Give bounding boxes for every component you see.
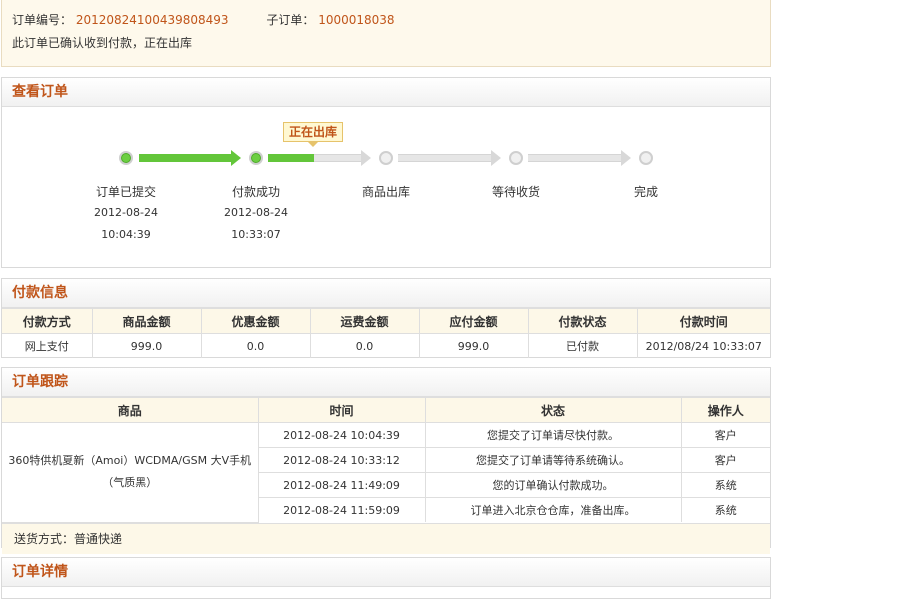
current-step-tip: 正在出库 bbox=[283, 122, 344, 147]
payment-header-goods-amount: 商品金额 bbox=[91, 308, 202, 334]
order-number-row: 订单编号： 20120824100439808493 子订单： 10000180… bbox=[12, 12, 395, 28]
order-status-message: 此订单已确认收到付款，正在出库 bbox=[12, 36, 193, 50]
payment-header-method: 付款方式 bbox=[2, 308, 93, 334]
tracking-time: 2012-08-24 11:49:09 bbox=[258, 472, 426, 498]
progress-connector-3 bbox=[398, 154, 491, 162]
step-label-submitted: 订单已提交 bbox=[95, 185, 156, 199]
progress-arrow-3 bbox=[491, 150, 501, 166]
payment-header-status: 付款状态 bbox=[527, 308, 638, 334]
tracking-header-row: 商品 时间 状态 操作人 bbox=[2, 397, 770, 423]
sub-order-label: 子订单： bbox=[266, 13, 315, 27]
tracking-operator: 客户 bbox=[680, 422, 770, 448]
step-date-paid: 2012-08-24 bbox=[224, 206, 288, 219]
step-label-paid: 付款成功 bbox=[231, 185, 280, 199]
tracking-operator: 系统 bbox=[680, 472, 770, 498]
step-label-awaiting-receipt: 等待收货 bbox=[491, 185, 540, 199]
shipping-method: 送货方式：普通快递 bbox=[2, 522, 770, 554]
progress-arrow-1 bbox=[231, 150, 241, 166]
progress-connector-1 bbox=[139, 154, 231, 162]
step-dot-shipping bbox=[379, 151, 393, 165]
tracking-time: 2012-08-24 10:04:39 bbox=[257, 422, 426, 448]
order-details-title: 订单详情 bbox=[2, 558, 770, 587]
tracking-status: 订单进入北京仓仓库，准备出库。 bbox=[424, 497, 682, 522]
payment-shipping-fee: 0.0 bbox=[309, 333, 420, 358]
tracking-header-status: 状态 bbox=[424, 397, 682, 423]
step-dot-complete bbox=[639, 151, 653, 165]
tracking-status: 您提交了订单请等待系统确认。 bbox=[424, 447, 682, 473]
payment-header-payable: 应付金额 bbox=[418, 308, 529, 334]
tracking-operator: 系统 bbox=[680, 497, 770, 522]
step-label-shipping: 商品出库 bbox=[361, 185, 410, 199]
payment-header-shipping-fee: 运费金额 bbox=[309, 308, 420, 334]
order-number: 20120824100439808493 bbox=[75, 13, 229, 27]
payment-discount: 0.0 bbox=[200, 333, 311, 358]
payment-table: 付款方式 商品金额 优惠金额 运费金额 应付金额 付款状态 付款时间 网上支付 … bbox=[2, 308, 770, 358]
table-row: 360特供机夏新（Amoi）WCDMA/GSM 大V手机（气质黑） 2012-0… bbox=[2, 422, 770, 523]
progress-arrow-2 bbox=[361, 150, 371, 166]
tracking-title: 订单跟踪 bbox=[2, 368, 770, 397]
tracking-product[interactable]: 360特供机夏新（Amoi）WCDMA/GSM 大V手机（气质黑） bbox=[2, 422, 259, 523]
payment-status: 已付款 bbox=[527, 333, 638, 358]
step-time-paid: 10:33:07 bbox=[231, 228, 281, 241]
tracking-header-operator: 操作人 bbox=[680, 397, 770, 423]
progress-connector-2-fill bbox=[268, 154, 314, 162]
payment-header-discount: 优惠金额 bbox=[200, 308, 311, 334]
view-order-panel: 查看订单 正在出库 订单已提交 2012-08-24 10:04:39 付款成功… bbox=[1, 77, 771, 268]
order-summary: 订单编号： 20120824100439808493 子订单： 10000180… bbox=[1, 0, 771, 67]
tracking-header-product: 商品 bbox=[2, 397, 259, 423]
tracking-status: 您提交了订单请尽快付款。 bbox=[424, 422, 682, 448]
tracking-table: 商品 时间 状态 操作人 360特供机夏新（Amoi）WCDMA/GSM 大V手… bbox=[2, 397, 770, 523]
progress-arrow-4 bbox=[621, 150, 631, 166]
step-dot-paid bbox=[249, 151, 263, 165]
tracking-panel: 订单跟踪 商品 时间 状态 操作人 360特供机夏新（Amoi）WCDMA/GS… bbox=[1, 367, 771, 554]
view-order-title: 查看订单 bbox=[2, 78, 770, 107]
step-dot-awaiting-receipt bbox=[509, 151, 523, 165]
payment-header-time: 付款时间 bbox=[636, 308, 770, 334]
payment-row: 网上支付 999.0 0.0 0.0 999.0 已付款 2012/08/24 … bbox=[2, 333, 770, 358]
payment-method: 网上支付 bbox=[2, 333, 93, 358]
payment-title: 付款信息 bbox=[2, 279, 770, 308]
step-dot-submitted bbox=[119, 151, 133, 165]
payment-panel: 付款信息 付款方式 商品金额 优惠金额 运费金额 应付金额 付款状态 付款时间 … bbox=[1, 278, 771, 358]
progress-connector-4 bbox=[528, 154, 621, 162]
payment-payable: 999.0 bbox=[418, 333, 529, 358]
payment-time: 2012/08/24 10:33:07 bbox=[636, 333, 770, 358]
tracking-operator: 客户 bbox=[680, 447, 770, 473]
order-number-label: 订单编号： bbox=[12, 13, 73, 27]
tracking-time: 2012-08-24 11:59:09 bbox=[258, 497, 426, 522]
tracking-time: 2012-08-24 10:33:12 bbox=[258, 447, 426, 473]
order-progress: 正在出库 订单已提交 2012-08-24 10:04:39 付款成功 2012… bbox=[2, 107, 770, 266]
sub-order-number: 1000018038 bbox=[318, 13, 395, 27]
payment-header-row: 付款方式 商品金额 优惠金额 运费金额 应付金额 付款状态 付款时间 bbox=[2, 308, 770, 334]
payment-goods-amount: 999.0 bbox=[91, 333, 202, 358]
tracking-header-time: 时间 bbox=[257, 397, 426, 423]
step-date-submitted: 2012-08-24 bbox=[94, 206, 158, 219]
step-time-submitted: 10:04:39 bbox=[101, 228, 151, 241]
step-label-complete: 完成 bbox=[633, 185, 658, 199]
tracking-status: 您的订单确认付款成功。 bbox=[424, 472, 682, 498]
